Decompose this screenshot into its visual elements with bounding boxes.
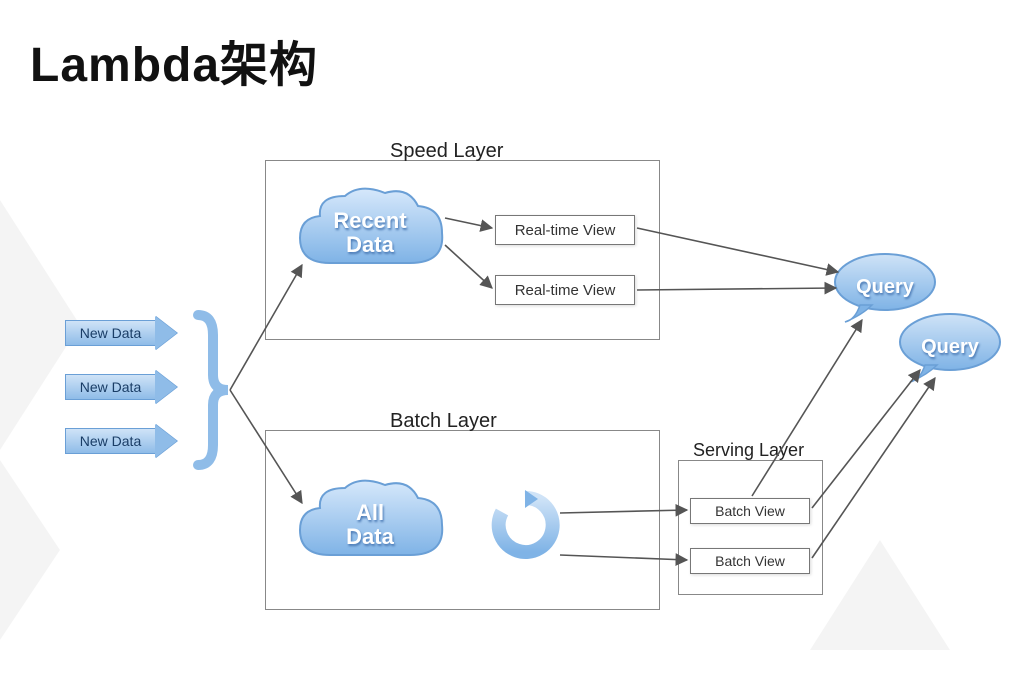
query-text: Query [856, 276, 914, 299]
new-data-label: New Data [80, 433, 141, 449]
batch-view-box: Batch View [690, 548, 810, 574]
serving-layer-label: Serving Layer [693, 440, 804, 461]
new-data-label: New Data [80, 325, 141, 341]
recent-data-text: Recent Data [333, 209, 406, 257]
query-bubble: Query [895, 310, 1005, 385]
recent-data-cloud: Recent Data [290, 178, 450, 288]
all-data-text: All Data [346, 501, 394, 549]
recycle-icon [490, 490, 560, 560]
all-data-cloud: All Data [290, 470, 450, 580]
diagram-canvas: Speed Layer Batch Layer Serving Layer Ne… [0, 0, 1009, 672]
batch-view-box: Batch View [690, 498, 810, 524]
realtime-view-box: Real-time View [495, 215, 635, 245]
batch-layer-label: Batch Layer [390, 410, 497, 433]
new-data-arrow: New Data [65, 316, 185, 350]
input-bracket [188, 305, 258, 475]
realtime-view-box: Real-time View [495, 275, 635, 305]
new-data-arrow: New Data [65, 370, 185, 404]
query-text: Query [921, 336, 979, 359]
new-data-arrow: New Data [65, 424, 185, 458]
new-data-label: New Data [80, 379, 141, 395]
serving-layer-box [678, 460, 823, 595]
speed-layer-label: Speed Layer [390, 140, 503, 163]
